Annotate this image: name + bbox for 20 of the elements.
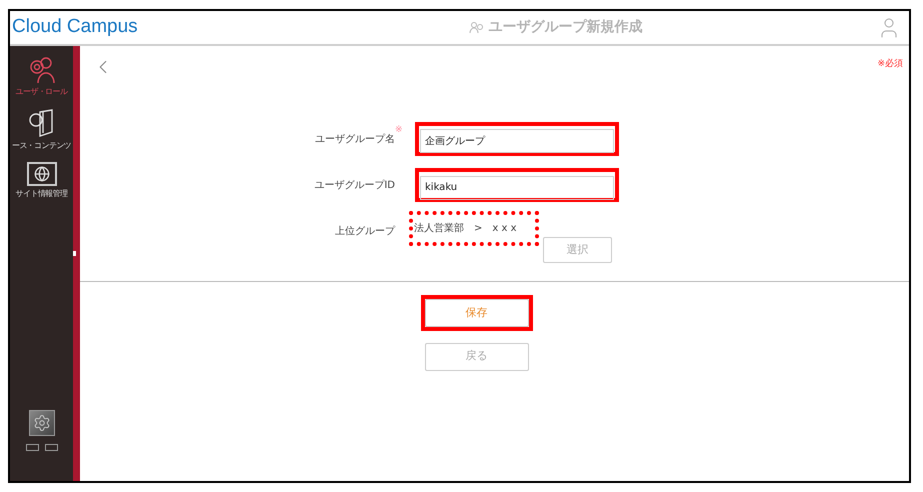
required-note: ※必須: [877, 58, 903, 71]
sidebar-item[interactable]: サイト情報管理: [10, 162, 73, 200]
settings-icon: [32, 414, 50, 432]
people-icon: [468, 20, 484, 34]
page-title: ユーザグループ新規作成: [488, 18, 642, 37]
field-label: ユーザグループID: [314, 178, 395, 193]
collapse-handle[interactable]: [73, 251, 76, 256]
globe-screen-icon: [26, 162, 56, 186]
field-label: 上位グループ: [335, 224, 395, 239]
sidebar-item[interactable]: ユーザ・ロール: [10, 56, 73, 98]
logo: Cloud Campus: [12, 16, 138, 38]
text-field[interactable]: 企画グループ: [420, 129, 614, 153]
text-field[interactable]: kikaku: [420, 176, 614, 200]
field-label: ユーザグループ名: [315, 132, 395, 147]
prev-button[interactable]: [26, 444, 38, 451]
parent-group-value: 法人営業部 > x x x: [413, 222, 516, 236]
required-mark: ※: [395, 124, 404, 137]
settings-tile[interactable]: [28, 410, 54, 436]
sidebar-item[interactable]: ース・コンテンツ: [10, 108, 73, 152]
next-button[interactable]: [44, 444, 58, 451]
